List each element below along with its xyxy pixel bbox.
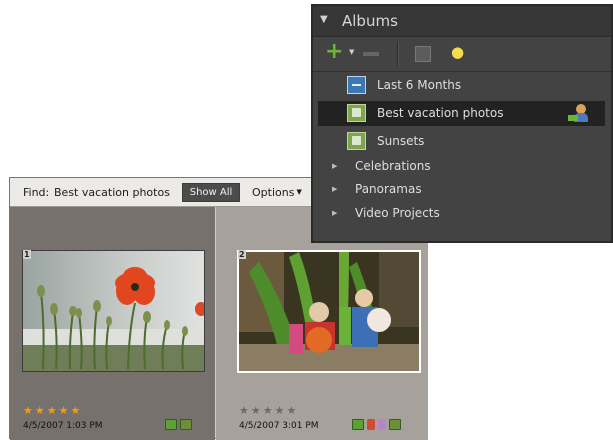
lightbulb-tip-icon[interactable]: ● (451, 43, 464, 61)
star-icon[interactable]: ★ (47, 404, 59, 417)
remove-album-icon[interactable] (363, 52, 379, 56)
album-icon (347, 132, 366, 150)
star-icon[interactable]: ★ (251, 404, 263, 417)
star-icon[interactable]: ★ (23, 404, 35, 417)
photo-number: 1 (23, 250, 31, 259)
photo-number: 2 (238, 250, 246, 259)
album-label: Sunsets (377, 134, 425, 148)
tag-icons (352, 419, 401, 430)
collapse-arrow-icon[interactable]: ▼ (320, 14, 328, 25)
find-value: Best vacation photos (54, 186, 170, 199)
star-icon[interactable]: ★ (71, 404, 83, 417)
albums-panel: ▼ Albums + ▼ ● Last 6 Months Best vacati… (311, 4, 613, 243)
tag-icon (378, 419, 386, 430)
toolbar-divider (397, 42, 398, 66)
tag-icons (165, 419, 192, 430)
photo-tile-1[interactable]: 1 ★★★★★ 4/5/2007 1:03 PM (10, 207, 215, 440)
album-label: Best vacation photos (377, 106, 504, 120)
star-icon[interactable]: ★ (239, 404, 251, 417)
album-group-celebrations[interactable]: ▶ Celebrations (318, 156, 605, 178)
star-icon[interactable]: ★ (263, 404, 275, 417)
group-label: Celebrations (355, 159, 431, 173)
photo-thumbnail-flowers[interactable] (22, 250, 205, 372)
flowers-image (23, 251, 204, 371)
photo-thumbnail-kids[interactable] (237, 250, 421, 373)
star-icon[interactable]: ★ (59, 404, 71, 417)
albums-title: Albums (342, 12, 398, 30)
group-label: Video Projects (355, 206, 440, 220)
album-tag-icon (180, 419, 192, 430)
find-label: Find: (23, 186, 50, 199)
smart-album-icon (347, 76, 366, 94)
tag-icon (165, 419, 177, 430)
star-icon[interactable]: ★ (35, 404, 47, 417)
photo-date: 4/5/2007 1:03 PM (23, 421, 103, 431)
rating-stars[interactable]: ★★★★★ (239, 404, 298, 417)
album-label: Last 6 Months (377, 78, 462, 92)
kids-with-costumes-image (239, 252, 419, 371)
album-item-last-6-months[interactable]: Last 6 Months (318, 73, 605, 98)
options-menu[interactable]: Options ▼ (252, 186, 302, 199)
album-group-panoramas[interactable]: ▶ Panoramas (318, 179, 605, 201)
album-tag-icon (389, 419, 401, 430)
album-icon (347, 104, 366, 122)
album-group-video-projects[interactable]: ▶ Video Projects (318, 203, 605, 225)
albums-header[interactable]: ▼ Albums (313, 6, 611, 37)
group-label: Panoramas (355, 182, 422, 196)
edit-album-icon[interactable] (415, 46, 431, 62)
tag-icon (367, 419, 375, 430)
shared-album-icon (568, 104, 588, 122)
tag-icon (352, 419, 364, 430)
add-dropdown-caret-icon[interactable]: ▼ (349, 48, 354, 56)
expand-triangle-icon[interactable]: ▶ (332, 209, 337, 217)
star-icon[interactable]: ★ (275, 404, 287, 417)
rating-stars[interactable]: ★★★★★ (23, 404, 82, 417)
options-label: Options (252, 186, 295, 199)
expand-triangle-icon[interactable]: ▶ (332, 162, 337, 170)
albums-toolbar: + ▼ ● (313, 37, 611, 72)
show-all-button[interactable]: Show All (182, 183, 240, 202)
add-album-icon[interactable]: + (325, 41, 343, 63)
options-caret-icon: ▼ (296, 188, 302, 196)
album-item-best-vacation-photos[interactable]: Best vacation photos (318, 101, 605, 126)
photo-date: 4/5/2007 3:01 PM (239, 421, 319, 431)
album-item-sunsets[interactable]: Sunsets (318, 129, 605, 154)
expand-triangle-icon[interactable]: ▶ (332, 185, 337, 193)
star-icon[interactable]: ★ (287, 404, 299, 417)
